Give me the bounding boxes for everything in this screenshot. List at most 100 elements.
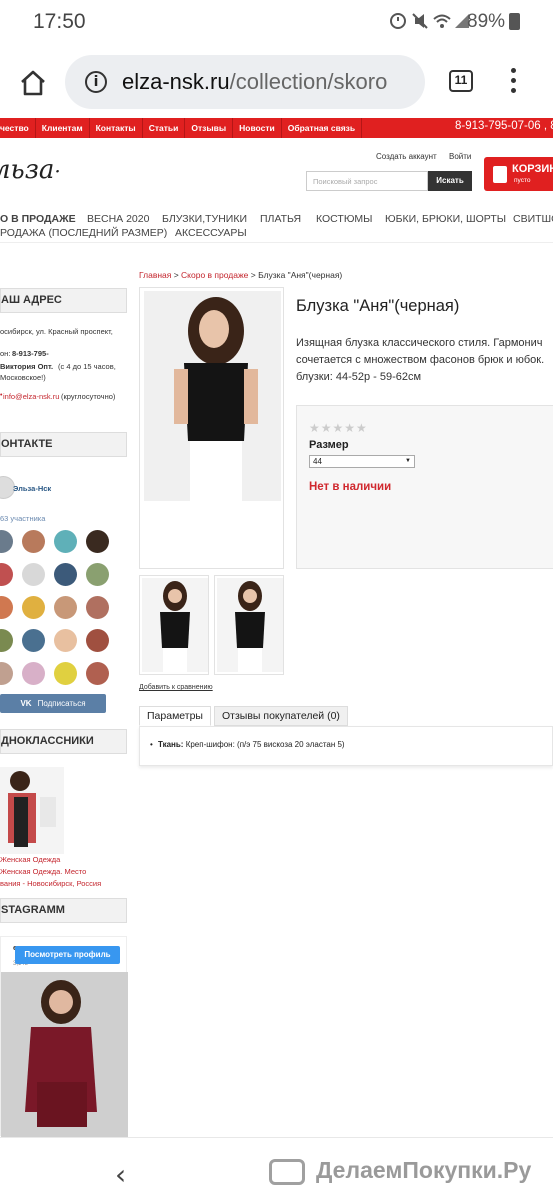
product-main-image[interactable] bbox=[139, 287, 284, 569]
phone-value[interactable]: 8-913-795- bbox=[12, 349, 49, 358]
nav-item-clients[interactable]: Клиентам bbox=[36, 118, 90, 138]
info-icon[interactable]: i bbox=[85, 71, 107, 93]
logo-text: льза bbox=[0, 155, 55, 185]
instagram-widget: e 3,145 bbox=[0, 936, 128, 1137]
member-avatar[interactable] bbox=[86, 563, 109, 586]
product-thumbnail-2[interactable] bbox=[214, 575, 284, 675]
cart-button[interactable]: КОРЗИНА пусто bbox=[484, 157, 553, 191]
nav-item-articles[interactable]: Статьи bbox=[143, 118, 186, 138]
nav-item-about[interactable]: чество bbox=[0, 118, 36, 138]
param-fabric-label: Ткань: bbox=[158, 740, 184, 749]
vk-group-name[interactable]: Эльза-Нск bbox=[13, 484, 51, 493]
category-blouses[interactable]: БЛУЗКИ,ТУНИКИ bbox=[162, 213, 247, 225]
status-bar: 17:50 89% bbox=[0, 0, 553, 46]
member-avatar[interactable] bbox=[0, 662, 13, 685]
bullet-icon: • bbox=[150, 740, 153, 749]
tab-switcher-button[interactable]: 11 bbox=[449, 70, 473, 92]
member-avatar[interactable] bbox=[0, 563, 13, 586]
site-logo[interactable]: льза· bbox=[0, 155, 61, 185]
breadcrumb-home[interactable]: Главная bbox=[139, 270, 171, 280]
breadcrumb-section[interactable]: Скоро в продаже bbox=[181, 270, 248, 280]
login-link[interactable]: Войти bbox=[449, 152, 471, 161]
home-icon[interactable] bbox=[18, 68, 48, 98]
watermark-logo-icon bbox=[269, 1159, 305, 1185]
odnoklassniki-caption-2[interactable]: Женская Одежда. Место bbox=[0, 867, 86, 876]
instagram-view-profile-button[interactable]: Посмотреть профиль bbox=[15, 946, 120, 964]
category-sweatshirts[interactable]: СВИТШО bbox=[513, 213, 553, 225]
category-dresses[interactable]: ПЛАТЬЯ bbox=[260, 213, 301, 225]
member-avatar[interactable] bbox=[22, 662, 45, 685]
member-avatar[interactable] bbox=[22, 563, 45, 586]
product-thumbnail-1[interactable] bbox=[139, 575, 209, 675]
member-avatar[interactable] bbox=[0, 596, 13, 619]
odnoklassniki-caption-3[interactable]: вания - Новосибирск, Россия bbox=[0, 879, 101, 888]
bottom-navigation-bar: ‹ ДелаемПокупки.Ру bbox=[0, 1137, 553, 1200]
nav-item-contacts[interactable]: Контакты bbox=[90, 118, 143, 138]
browser-toolbar: i elza-nsk.ru/collection/skoro 11 bbox=[0, 46, 553, 118]
add-to-compare-link[interactable]: Добавить к сравнению bbox=[139, 684, 213, 691]
tab-panel-parameters: • Ткань: Креп-шифон: (п/э 75 вискоза 20 э… bbox=[139, 726, 553, 766]
member-avatar[interactable] bbox=[54, 596, 77, 619]
tab-parameters[interactable]: Параметры bbox=[139, 706, 211, 726]
email-note: (круглосуточно) bbox=[61, 392, 116, 401]
category-skirts[interactable]: ЮБКИ, БРЮКИ, ШОРТЫ bbox=[385, 213, 506, 225]
contact-name: Виктория Опт. bbox=[0, 362, 54, 371]
status-icons bbox=[389, 11, 471, 36]
member-avatar[interactable] bbox=[54, 563, 77, 586]
breadcrumb-separator: > bbox=[171, 270, 182, 280]
breadcrumb-separator: > bbox=[248, 270, 259, 280]
product-description-line: блузки: 44-52р - 59-62см bbox=[296, 371, 422, 383]
nav-item-feedback[interactable]: Обратная связь bbox=[282, 118, 363, 138]
member-avatar[interactable] bbox=[0, 629, 13, 652]
member-avatar[interactable] bbox=[54, 530, 77, 553]
odnoklassniki-heading: ДНОКЛАССНИКИ bbox=[0, 729, 127, 754]
more-menu-icon[interactable] bbox=[510, 68, 518, 96]
member-avatar[interactable] bbox=[22, 530, 45, 553]
vk-subscribe-button[interactable]: VK Подписаться bbox=[0, 694, 106, 713]
member-avatar[interactable] bbox=[86, 596, 109, 619]
address-bar[interactable]: i elza-nsk.ru/collection/skoro bbox=[65, 55, 425, 109]
category-suits[interactable]: КОСТЮМЫ bbox=[316, 213, 372, 225]
category-sale-last-size[interactable]: РОДАЖА (ПОСЛЕДНИЙ РАЗМЕР) bbox=[0, 227, 167, 239]
search-button[interactable]: Искать bbox=[428, 171, 472, 191]
top-nav-bar: чество Клиентам Контакты Статьи Отзывы Н… bbox=[0, 118, 553, 138]
back-chevron-icon[interactable]: ‹ bbox=[115, 1158, 126, 1191]
url-text[interactable]: elza-nsk.ru/collection/skoro bbox=[122, 69, 412, 95]
watermark-text: ДелаемПокупки.Ру bbox=[316, 1157, 532, 1183]
instagram-post-image[interactable] bbox=[1, 972, 128, 1137]
stock-status: Нет в наличии bbox=[309, 481, 392, 493]
member-avatar[interactable] bbox=[54, 629, 77, 652]
tab-reviews[interactable]: Отзывы покупателей (0) bbox=[214, 706, 348, 726]
param-fabric-value: Креп-шифон: (п/э 75 вискоза 20 эластан 5… bbox=[185, 740, 345, 749]
product-options-box: ★★★★★ Размер 44 ▼ Нет в наличии bbox=[296, 405, 553, 569]
category-spring-2020[interactable]: ВЕСНА 2020 bbox=[87, 213, 149, 225]
battery-icon bbox=[509, 13, 520, 30]
rating-stars[interactable]: ★★★★★ bbox=[309, 421, 368, 435]
member-avatar[interactable] bbox=[0, 530, 13, 553]
cart-label: КОРЗИНА bbox=[512, 163, 553, 175]
category-accessories[interactable]: АКСЕССУАРЫ bbox=[175, 227, 247, 239]
nav-item-reviews[interactable]: Отзывы bbox=[185, 118, 234, 138]
category-nav: О В ПРОДАЖЕ ВЕСНА 2020 БЛУЗКИ,ТУНИКИ ПЛА… bbox=[0, 213, 553, 243]
member-avatar[interactable] bbox=[22, 596, 45, 619]
nav-item-news[interactable]: Новости bbox=[233, 118, 282, 138]
odnoklassniki-caption-1[interactable]: Женская Одежда bbox=[0, 855, 60, 864]
email-link[interactable]: info@elza-nsk.ru bbox=[3, 392, 59, 401]
member-avatar[interactable] bbox=[86, 629, 109, 652]
member-avatar[interactable] bbox=[22, 629, 45, 652]
create-account-link[interactable]: Создать аккаунт bbox=[376, 152, 437, 161]
header-phone[interactable]: 8-913-795-07-06 , 8- bbox=[455, 120, 553, 132]
odnoklassniki-image[interactable] bbox=[0, 767, 64, 854]
product-title: Блузка "Аня"(черная) bbox=[296, 297, 460, 315]
battery-percent: 89% bbox=[467, 11, 506, 32]
member-avatar[interactable] bbox=[86, 662, 109, 685]
member-avatar[interactable] bbox=[86, 530, 109, 553]
contact-hours: (с 4 до 15 часов, bbox=[58, 362, 116, 371]
status-time: 17:50 bbox=[33, 10, 86, 33]
category-coming-soon[interactable]: О В ПРОДАЖЕ bbox=[0, 213, 76, 225]
product-description-line: Изящная блузка классического стиля. Гарм… bbox=[296, 337, 543, 349]
size-select[interactable]: 44 ▼ bbox=[309, 455, 415, 468]
search-input[interactable]: Поисковый запрос bbox=[306, 171, 428, 191]
member-avatar[interactable] bbox=[54, 662, 77, 685]
vk-logo-icon: VK bbox=[20, 699, 32, 708]
